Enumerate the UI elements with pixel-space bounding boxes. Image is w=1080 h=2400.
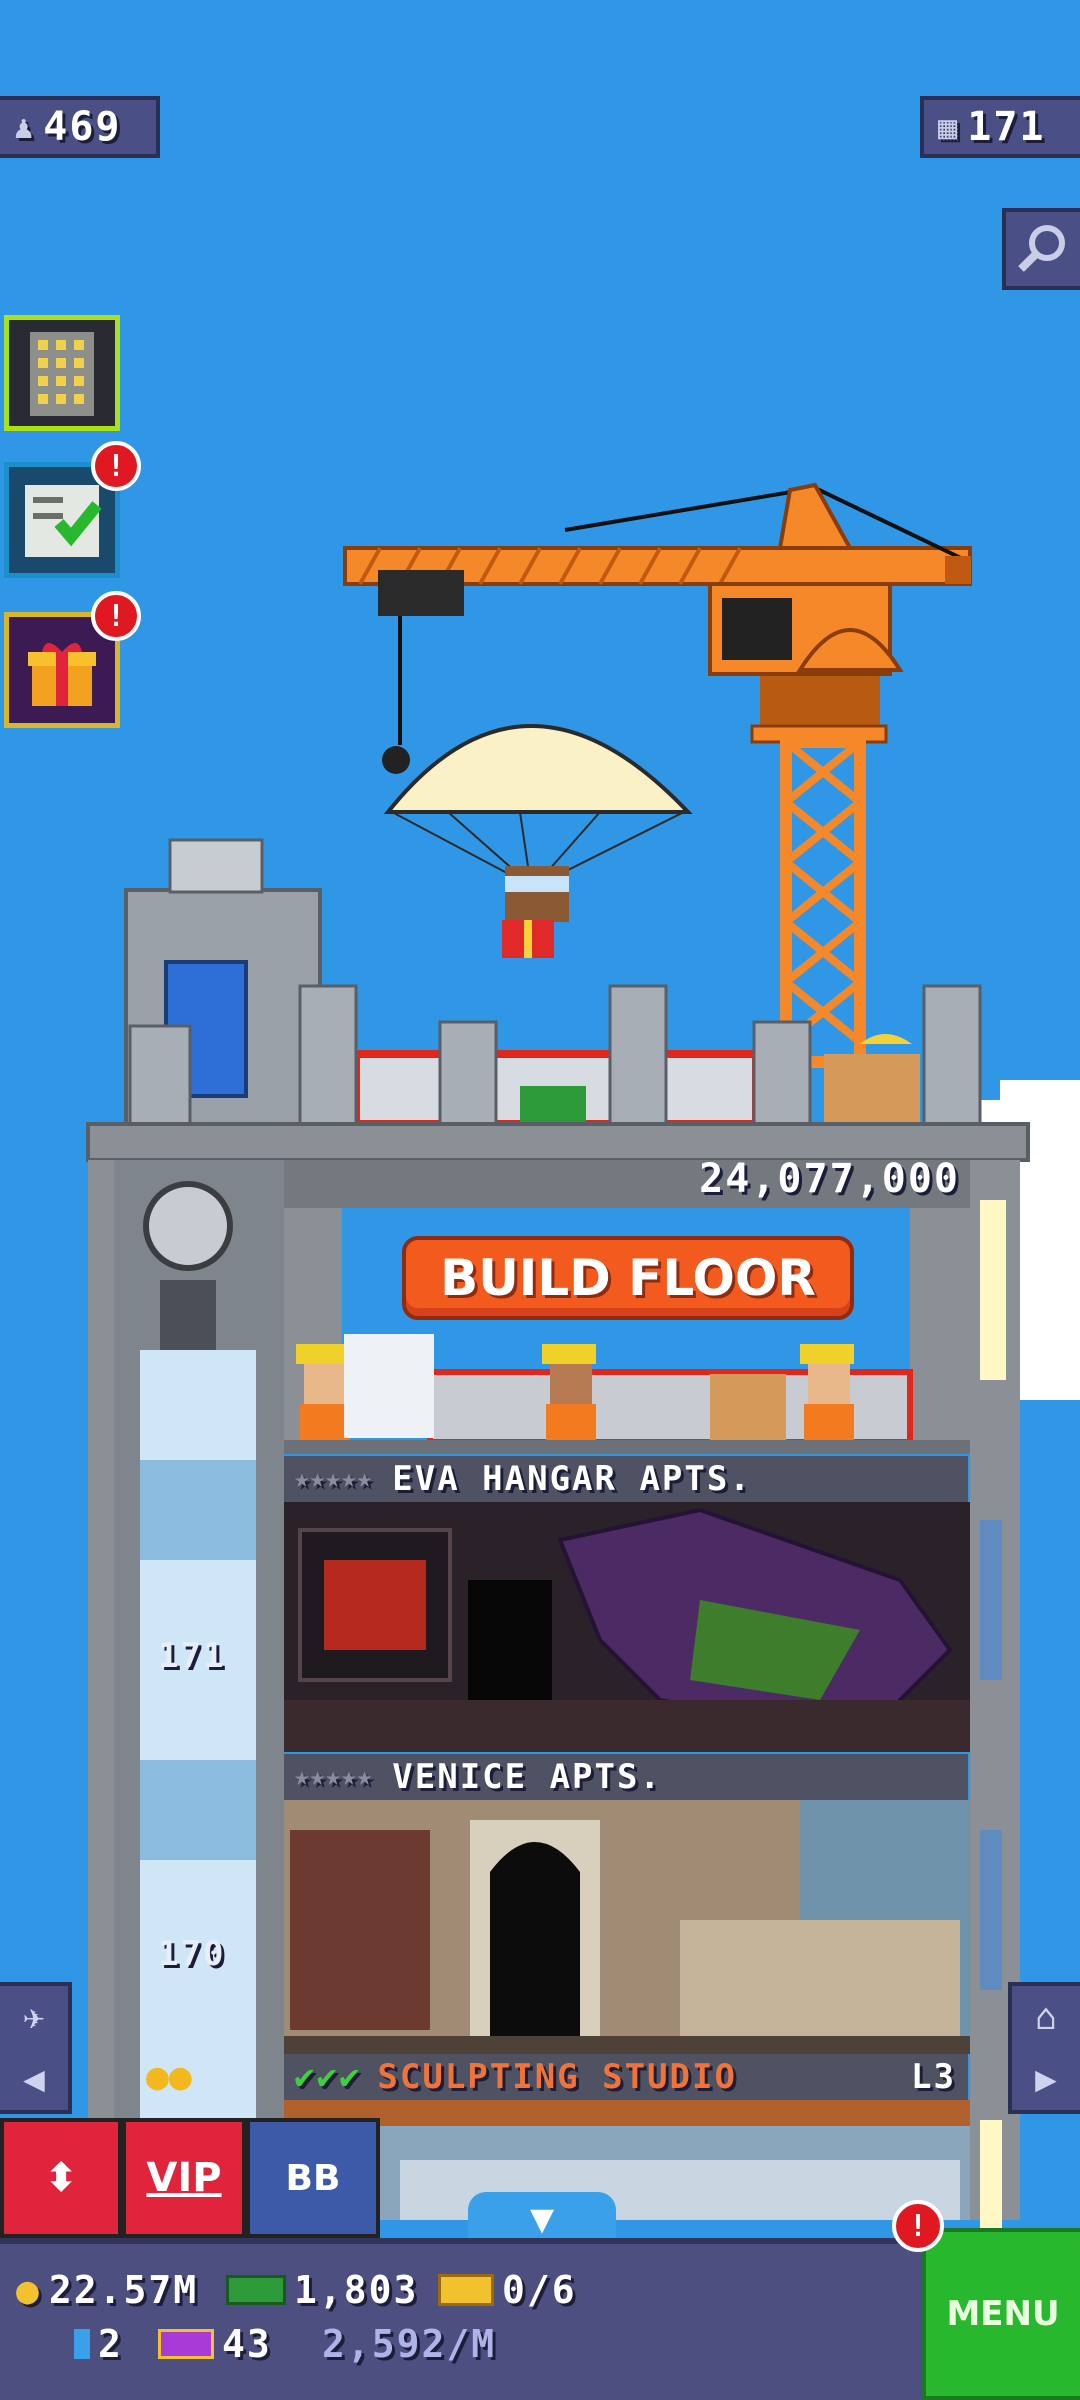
elevator-floor-number: 170 [158,1934,226,1974]
floor-stars: ★★★★★ [294,1464,373,1494]
floor-name: SCULPTING STUDIO [377,2057,737,2097]
magnifier-icon [1018,225,1065,272]
menu-alert-badge: ! [892,2200,944,2252]
floor-name: EVA HANGAR APTS. [392,1459,752,1499]
gifts-button[interactable]: ! [4,591,141,728]
floor-level: L3 [911,2057,956,2097]
worker-2 [542,1344,596,1440]
floor-title-eva-hangar[interactable]: ★★★★★ EVA HANGAR APTS. [284,1456,968,1502]
elevator-button[interactable]: ⬍ [0,2118,122,2238]
tickets-stat: 0/6 [438,2268,577,2312]
build-floor-cost: 24,077,000 [699,1156,960,1202]
floor-title-venice[interactable]: ★★★★★ VENICE APTS. [284,1754,968,1800]
lucky-stat: 43 [158,2322,272,2366]
lucky-icon [158,2329,214,2359]
population-counter[interactable]: ♟ 469 [0,96,160,158]
building-icon [30,332,94,416]
floor-counter[interactable]: ▦ 171 [920,96,1080,158]
scroll-right-button[interactable]: ⌂ ▶ [1008,1982,1080,2114]
income-rate-stat: 2,592/M [322,2322,496,2366]
tickets-value: 0/6 [502,2268,577,2312]
worker-3 [800,1344,854,1440]
elevator-floor-number: 171 [158,1636,226,1676]
scroll-left-button[interactable]: ✈ ◀ [0,1982,72,2114]
bitbook-button[interactable]: BB [246,2118,380,2238]
vip-button[interactable]: VIP [122,2118,246,2238]
checklist-icon [25,485,102,557]
coins-stat: ● 22.57M [16,2268,198,2312]
buildings-button[interactable] [4,315,120,431]
build-floor-button[interactable]: BUILD FLOOR [402,1236,854,1320]
missions-button[interactable]: ! [4,441,141,578]
status-bar [0,2238,924,2400]
key-icon [74,2329,90,2359]
bux-icon [226,2275,286,2305]
population-value: 469 [43,104,122,150]
menu-button[interactable]: MENU [922,2228,1080,2400]
bux-value: 1,803 [294,2268,419,2312]
building-grid-icon: ▦ [938,108,960,146]
vip-coins-in-elevator: ●● [146,2054,192,2098]
worker-1 [296,1344,350,1440]
coins-value: 22.57M [48,2268,199,2312]
income-rate-value: 2,592/M [322,2322,497,2366]
chevron-right-icon: ▶ [1035,2058,1057,2100]
chevron-left-icon: ◀ [23,2058,45,2100]
floor-name: VENICE APTS. [392,1757,662,1797]
floor-stars: ★★★★★ [294,1762,373,1792]
floor-count-value: 171 [967,104,1046,150]
ticket-icon [438,2274,494,2306]
missions-alert-badge: ! [91,441,141,491]
bux-stat: 1,803 [226,2268,418,2312]
home-icon: ⌂ [1035,1996,1057,2038]
keys-value: 2 [98,2322,123,2366]
search-button[interactable] [1002,208,1080,290]
gift-icon [28,643,96,706]
keys-stat: 2 [74,2322,123,2366]
coin-icon: ● [16,2268,41,2312]
floor-title-sculpting-studio[interactable]: ✔✔✔ SCULPTING STUDIO L3 [284,2054,968,2100]
gifts-alert-badge: ! [91,591,141,641]
parachute-gift [383,724,693,958]
airplane-icon: ✈ [23,1996,45,2038]
stock-checkmarks: ✔✔✔ [294,2057,362,2097]
lucky-value: 43 [222,2322,272,2366]
person-icon: ♟ [14,108,36,146]
